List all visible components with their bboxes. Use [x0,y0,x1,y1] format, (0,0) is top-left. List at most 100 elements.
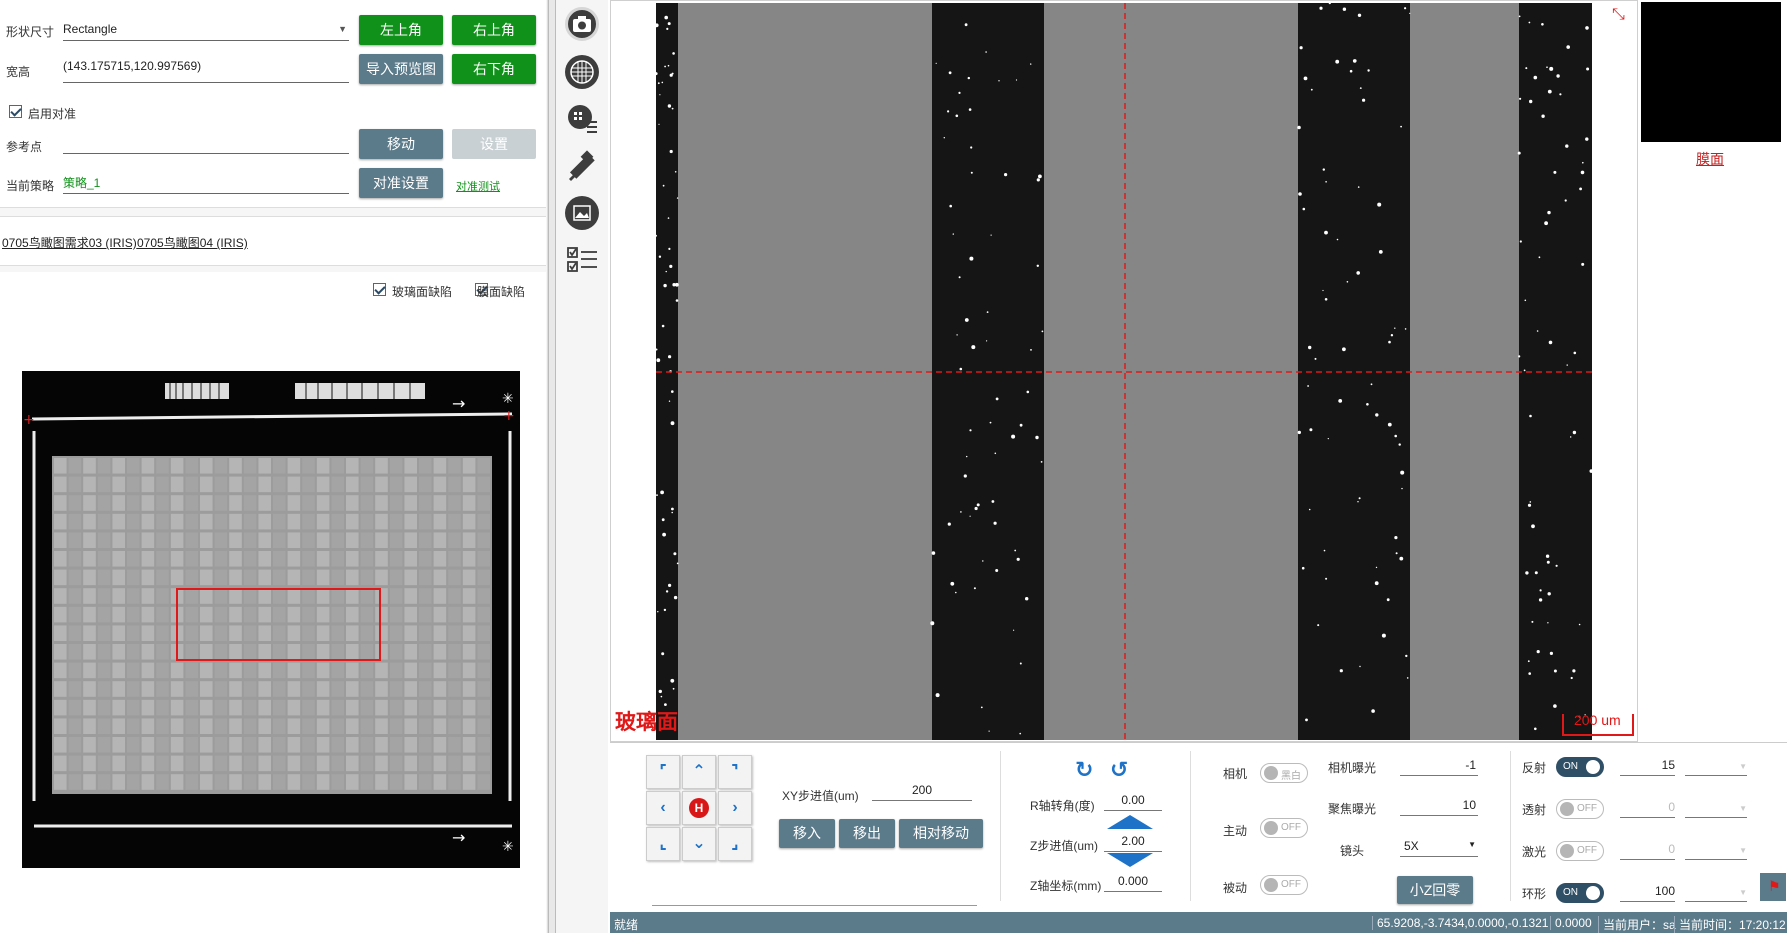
move-up-left-button[interactable]: ⌜ [646,755,680,789]
relative-move-button[interactable]: 相对移动 [899,819,983,848]
enable-align-checkbox[interactable] [9,105,22,118]
transmit-mode-select[interactable]: ▼ [1685,800,1747,818]
die-cell [243,718,257,734]
transmit-toggle[interactable]: OFF [1556,799,1604,819]
die-cell [229,662,242,679]
reflect-field[interactable]: 15 [1620,758,1675,776]
die-cell [375,606,388,623]
particle [974,506,978,511]
die-cell [302,737,315,753]
die-cell [68,569,82,586]
strategy-field[interactable]: 策略_1 [63,174,349,194]
recipe-link-1[interactable]: 0705鸟瞰图需求03 (IRIS) [2,234,137,251]
align-settings-button[interactable]: 对准设置 [359,168,443,198]
bottom-right-button[interactable]: 右下角 [452,54,536,84]
laser-mode-select[interactable]: ▼ [1685,842,1747,860]
die-cell [389,625,403,641]
move-left-button[interactable]: ‹ [646,791,680,825]
rotate-ccw-icon[interactable]: ↻ [1075,757,1093,783]
z-coord-field[interactable]: 0.000 [1104,874,1162,892]
camera-toggle[interactable]: 黑白 [1260,763,1308,783]
set-button[interactable]: 设置 [452,129,536,159]
glass-defect-checkbox[interactable] [373,283,386,296]
ring-mode-select[interactable]: ▼ [1685,884,1747,902]
xy-step-field[interactable]: 200 [872,783,972,801]
ring-toggle[interactable]: ON [1556,883,1604,903]
die-cell [141,588,155,604]
wafer-preview-image[interactable]: → ✳ → ✳ + + [22,371,520,868]
rotate-cw-icon[interactable]: ↺ [1110,757,1128,783]
die-cell [316,551,330,567]
focus-exposure-field[interactable]: 10 [1400,798,1478,816]
control-panel: ⌜ ⌃ ⌝ ‹ H › ⌞ ⌄ ⌟ XY步进值(um) 200 移入 移出 相对… [610,742,1787,912]
die-cell [404,644,417,660]
move-out-button[interactable]: 移出 [839,819,895,848]
status-user: 当前用户：sa [1598,916,1676,933]
die-cell [287,458,301,474]
z-coord-label: Z轴坐标(mm) [1030,879,1102,893]
move-up-right-button[interactable]: ⌝ [718,755,752,789]
image-gallery-icon[interactable] [565,196,599,230]
flag-button[interactable]: ⚑ [1760,873,1786,901]
particle [964,318,969,322]
reflect-mode-select[interactable]: ▼ [1685,758,1747,776]
active-toggle[interactable]: OFF [1260,818,1308,838]
move-up-button[interactable]: ⌃ [682,755,716,789]
z-down-button[interactable] [1107,853,1153,867]
die-cell [273,532,286,548]
home-button[interactable]: H [682,791,716,825]
die-cell [433,551,447,567]
camera-icon[interactable] [565,7,599,41]
die-cell [156,718,169,734]
collapse-icon[interactable]: ⤡ [1612,6,1625,24]
particle [1025,597,1029,601]
align-test-link[interactable]: 对准测试 [456,178,500,194]
panel-splitter[interactable] [548,0,556,933]
transmit-field[interactable]: 0 [1620,800,1675,818]
recipe-link-2[interactable]: 0705鸟瞰图04 (IRIS) [137,234,248,251]
move-right-button[interactable]: › [718,791,752,825]
top-left-button[interactable]: 左上角 [359,15,443,45]
small-z-zero-button[interactable]: 小Z回零 [1397,876,1473,904]
die-cell [433,774,447,790]
laser-toggle[interactable]: OFF [1556,841,1604,861]
die-cell [287,774,301,790]
laser-field[interactable]: 0 [1620,842,1675,860]
r-angle-field[interactable]: 0.00 [1104,793,1162,811]
passive-toggle[interactable]: OFF [1260,875,1308,895]
reflect-toggle[interactable]: ON [1556,757,1604,777]
wafer-map-icon[interactable] [565,102,599,136]
divider [652,905,977,906]
die-cell [462,699,476,716]
cam-exposure-field[interactable]: -1 [1400,758,1478,776]
film-thumbnail[interactable] [1641,2,1781,142]
move-down-left-button[interactable]: ⌞ [646,827,680,861]
shape-select[interactable]: Rectangle ▼ [63,22,349,41]
z-up-button[interactable] [1107,815,1153,829]
move-down-right-button[interactable]: ⌟ [718,827,752,861]
lens-select[interactable]: 5X ▼ [1400,839,1478,857]
die-cell [97,644,111,660]
die-cell [360,606,374,623]
move-in-button[interactable]: 移入 [779,819,835,848]
ring-field[interactable]: 100 [1620,884,1675,902]
die-cell [68,681,82,697]
film-surface-link[interactable]: 膜面 [1696,149,1724,169]
z-step-field[interactable]: 2.00 [1104,834,1162,852]
checklist-icon[interactable] [565,243,599,277]
particle [1394,536,1398,540]
top-right-button[interactable]: 右上角 [452,15,536,45]
grid-icon[interactable] [565,55,599,89]
import-preview-button[interactable]: 导入预览图 [359,54,443,84]
move-down-button[interactable]: ⌄ [682,827,716,861]
particle [1549,651,1553,656]
particle [986,340,988,342]
measure-icon[interactable] [565,149,599,183]
microscope-image[interactable] [656,3,1592,740]
die-cell [316,718,330,734]
particle [1541,23,1544,26]
size-field[interactable]: (143.175715,120.997569) [63,59,349,83]
move-button[interactable]: 移动 [359,129,443,159]
ref-point-field[interactable] [63,134,349,154]
die-cell [331,625,344,641]
